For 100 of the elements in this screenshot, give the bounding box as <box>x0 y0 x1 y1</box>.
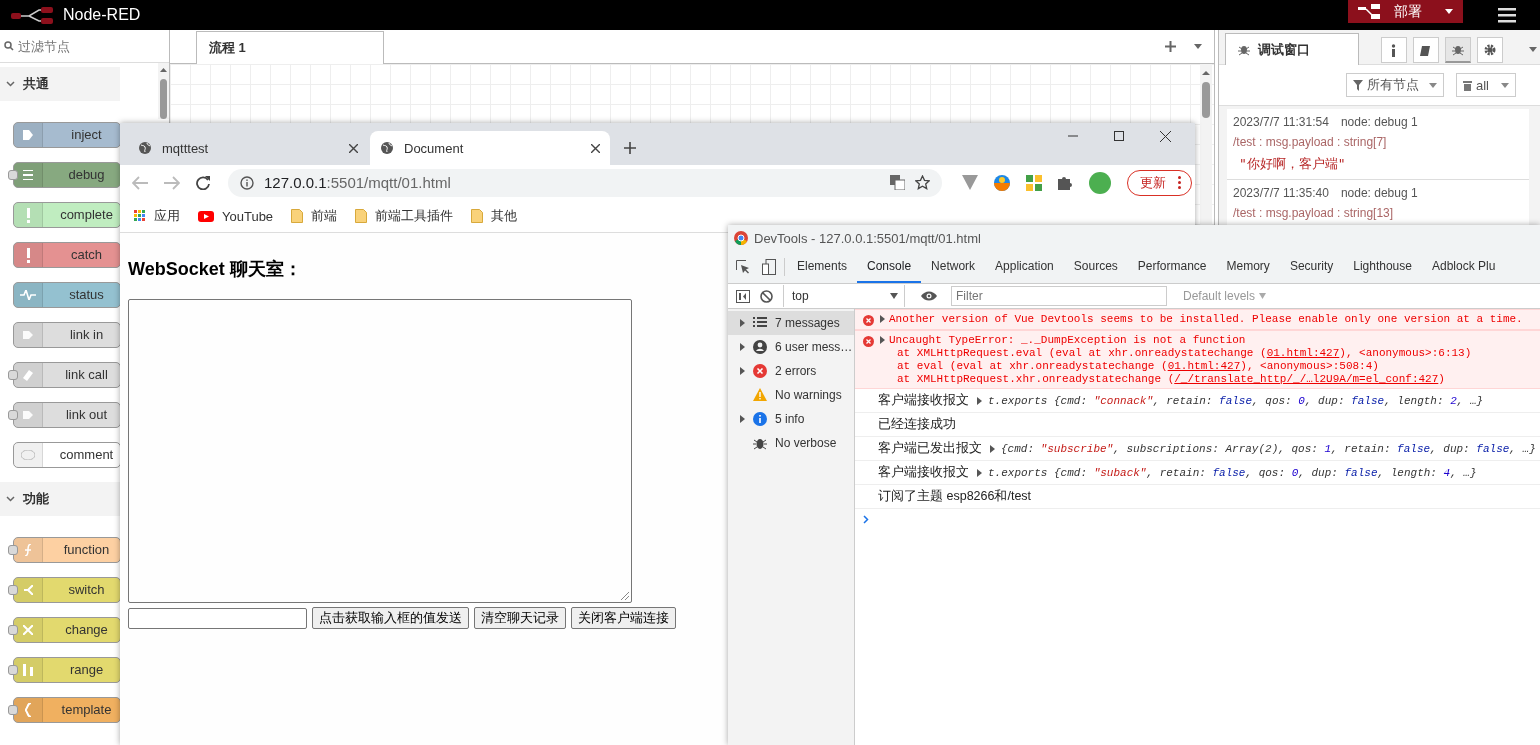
eye-icon[interactable] <box>921 291 937 301</box>
source-link[interactable]: 01.html:427 <box>1266 347 1340 359</box>
scrollbar[interactable] <box>158 63 169 119</box>
console-filter-item[interactable]: No warnings <box>728 383 854 407</box>
bug-icon <box>1238 43 1250 56</box>
avatar[interactable] <box>1089 171 1111 194</box>
bookmark[interactable]: 前端工具插件 <box>355 207 454 225</box>
caret-icon[interactable] <box>1529 47 1537 52</box>
devtools-tab[interactable]: Console <box>857 251 922 283</box>
more-icon <box>1178 176 1181 189</box>
caret-icon[interactable] <box>1194 44 1202 49</box>
sidebar-tab[interactable]: 调试窗口 <box>1225 33 1359 65</box>
sidebar-button[interactable] <box>1477 37 1503 63</box>
source-link[interactable]: /_/translate_http/_/…l2U9A/m=el_conf:427 <box>1174 373 1439 385</box>
palette-node[interactable]: template <box>13 697 121 723</box>
error-message: Uncaught TypeError: _._DumpException is not a function <box>889 334 1246 346</box>
inspect-icon[interactable] <box>736 260 750 274</box>
browser-tab[interactable]: mqtttest <box>128 131 368 165</box>
expand-arrow-icon[interactable] <box>880 336 885 344</box>
star-icon[interactable] <box>915 175 930 190</box>
sidebar-button[interactable] <box>1381 37 1407 63</box>
devtools-tab[interactable]: Elements <box>787 251 858 283</box>
sidebar-toggle-icon[interactable] <box>736 289 750 303</box>
console-filter-item[interactable]: 2 errors <box>728 359 854 383</box>
filter-dropdown[interactable]: 所有节点 <box>1346 73 1444 97</box>
palette-node[interactable]: comment <box>13 442 121 468</box>
expand-arrow-icon[interactable] <box>880 315 885 323</box>
context-select[interactable]: top <box>783 285 905 307</box>
expand-arrow-icon[interactable] <box>977 396 982 405</box>
expand-arrow-icon[interactable] <box>990 444 995 453</box>
plus-icon[interactable] <box>1165 41 1176 52</box>
devtools-tab[interactable]: Memory <box>1216 251 1280 283</box>
triangle-icon[interactable] <box>962 175 978 190</box>
console-filter-item[interactable]: 5 info <box>728 407 854 431</box>
update-button[interactable]: 更新 <box>1127 169 1192 196</box>
bookmark[interactable]: 前端 <box>291 207 338 225</box>
filter-field[interactable]: Filter <box>951 286 1167 306</box>
menu-icon[interactable] <box>1498 7 1516 23</box>
deploy-button[interactable]: 部署 <box>1348 0 1463 23</box>
console-filter-item[interactable]: 7 messages <box>728 311 854 335</box>
node-icon <box>23 411 33 419</box>
message-time: 2023/7/7 11:35:40 <box>1233 186 1329 200</box>
reload-icon[interactable] <box>196 175 210 190</box>
page-button[interactable]: 关闭客户端连接 <box>571 607 676 629</box>
flow-tab[interactable]: 流程 1 <box>196 31 384 64</box>
palette-node[interactable]: debug <box>13 162 121 188</box>
prompt-icon[interactable] <box>863 515 869 524</box>
device-icon[interactable] <box>762 259 776 275</box>
devtools-tab[interactable]: Sources <box>1063 251 1128 283</box>
round-extension-icon[interactable] <box>994 174 1010 191</box>
palette-node[interactable]: switch <box>13 577 121 603</box>
devtools-tab[interactable]: Application <box>985 251 1064 283</box>
palette-node[interactable]: catch <box>13 242 121 268</box>
translate-icon[interactable] <box>890 175 905 190</box>
category-header[interactable]: 功能 <box>0 482 120 516</box>
console-filter-item[interactable]: No verbose <box>728 431 854 455</box>
devtools-tab[interactable]: Lighthouse <box>1343 251 1422 283</box>
palette-node[interactable]: inject <box>13 122 121 148</box>
devtools-tab[interactable]: Security <box>1279 251 1344 283</box>
page-button[interactable]: 清空聊天记录 <box>474 607 566 629</box>
grid-icon[interactable] <box>1026 174 1042 191</box>
close-icon[interactable] <box>591 143 600 153</box>
sidebar-button[interactable] <box>1445 37 1471 63</box>
close-icon[interactable] <box>1160 131 1171 142</box>
devtools-tab[interactable]: Adblock Plu <box>1421 251 1506 283</box>
console-filter-item[interactable]: 6 user mess… <box>728 335 854 359</box>
palette-node[interactable]: function <box>13 537 121 563</box>
palette-node[interactable]: link out <box>13 402 121 428</box>
bookmark[interactable]: 应用 <box>134 207 180 225</box>
clear-dropdown[interactable]: all <box>1456 73 1516 97</box>
palette-node[interactable]: link in <box>13 322 121 348</box>
maximize-icon[interactable] <box>1114 131 1124 141</box>
message-input[interactable] <box>128 607 307 629</box>
page-button[interactable]: 点击获取输入框的值发送 <box>312 607 469 629</box>
palette-node[interactable]: link call <box>13 362 121 388</box>
sidebar-button[interactable] <box>1413 37 1439 63</box>
palette-node[interactable]: complete <box>13 202 121 228</box>
close-icon[interactable] <box>349 143 358 153</box>
source-link[interactable]: 01.html:427 <box>1167 360 1241 372</box>
expand-arrow-icon <box>740 367 745 375</box>
palette-node[interactable]: change <box>13 617 121 643</box>
bookmark[interactable]: YouTube <box>198 208 274 224</box>
expand-arrow-icon <box>740 343 745 351</box>
bookmark[interactable]: 其他 <box>471 207 518 225</box>
node-icon <box>23 170 33 180</box>
palette-node[interactable]: range <box>13 657 121 683</box>
devtools-tab[interactable]: Network <box>921 251 986 283</box>
browser-tab[interactable]: Document <box>370 131 610 165</box>
address-bar[interactable]: 127.0.0.1:5501/mqtt/01.html <box>228 168 942 197</box>
category-header[interactable]: 共通 <box>0 67 120 101</box>
devtools-tab[interactable]: Performance <box>1127 251 1217 283</box>
palette-node[interactable]: status <box>13 282 121 308</box>
error-icon <box>863 336 874 347</box>
plus-icon[interactable] <box>624 142 636 154</box>
expand-arrow-icon[interactable] <box>977 468 982 477</box>
folder-icon <box>291 209 304 223</box>
expand-arrow-icon <box>740 415 745 423</box>
resize-handle-icon[interactable] <box>621 592 629 600</box>
clear-icon[interactable] <box>760 289 773 303</box>
puzzle-icon[interactable] <box>1058 175 1073 190</box>
